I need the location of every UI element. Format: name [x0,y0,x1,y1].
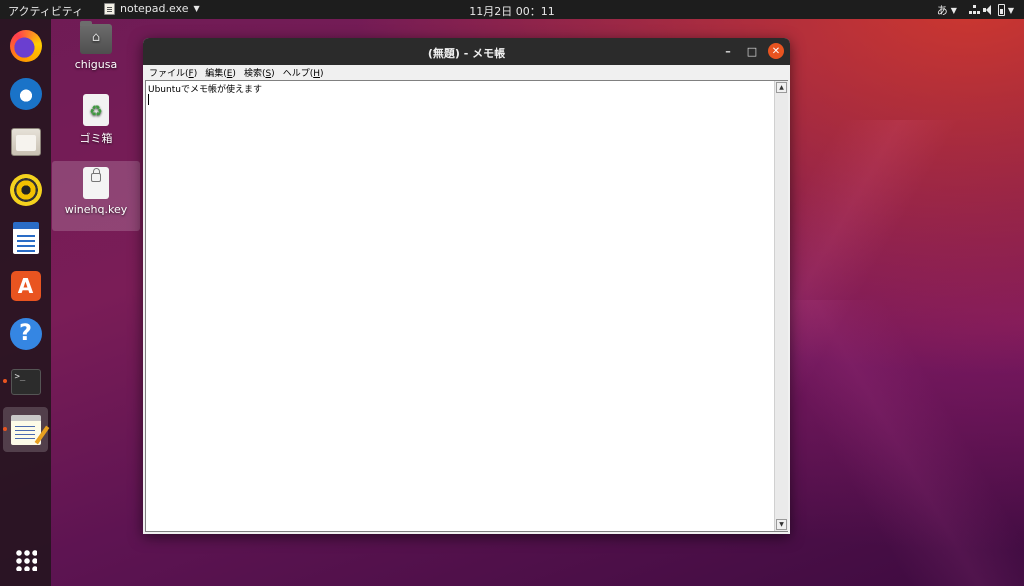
menu-help[interactable]: ヘルプ(H) [281,65,330,79]
desktop-icon-label: chigusa [74,58,118,71]
help-icon: ? [9,317,42,350]
files-icon [10,127,41,156]
terminal-icon: >_ [10,368,41,395]
notepad-icon [104,2,115,15]
scroll-up-arrow-icon[interactable]: ▲ [776,82,787,93]
rhythmbox-icon [9,173,42,206]
dock-firefox[interactable] [3,23,48,68]
window-title: (無題) - メモ帳 [427,47,506,60]
desktop-icon-label: ゴミ箱 [79,132,113,145]
maximize-button[interactable]: □ [744,43,760,59]
editor-content: Ubuntuでメモ帳が使えます [148,85,262,95]
dock-help[interactable]: ? [3,311,48,356]
scroll-down-arrow-icon[interactable]: ▼ [776,519,787,530]
input-method-menu[interactable]: あ ▼ [937,2,957,18]
caret-down-icon: ▼ [193,4,200,13]
dock: A ? >_ [0,19,51,586]
desktop-icon-label: winehq.key [64,203,128,216]
system-tray[interactable]: あ ▼ ▼ [937,2,1014,18]
software-store-icon: A [10,270,41,301]
app-menu[interactable]: notepad.exe ▼ [104,2,200,15]
network-icon [968,5,980,15]
dock-rhythmbox[interactable] [3,167,48,212]
text-caret [148,94,149,105]
dock-files[interactable] [3,119,48,164]
dock-writer[interactable] [3,215,48,260]
dock-thunderbird[interactable] [3,71,48,116]
notepad-icon [10,414,41,445]
volume-icon [982,5,995,15]
text-editor-area[interactable]: Ubuntuでメモ帳が使えます ▲ ▼ [145,80,788,532]
top-bar: アクティビティ notepad.exe ▼ 11月2日 00：11 あ ▼ ▼ [0,0,1024,19]
pgp-key-file-icon [83,167,109,199]
home-folder-icon [80,21,112,54]
dock-terminal[interactable]: >_ [3,359,48,404]
window-titlebar[interactable]: (無題) - メモ帳 – □ ✕ [143,38,790,65]
desktop-icon-home[interactable]: chigusa [52,21,140,76]
caret-down-icon: ▼ [950,5,957,15]
vertical-scrollbar[interactable]: ▲ ▼ [774,81,788,531]
caret-down-icon: ▼ [1007,5,1014,15]
minimize-button[interactable]: – [720,43,736,59]
desktop-icon-trash[interactable]: ゴミ箱 [52,94,140,150]
input-method-label: あ [936,4,948,17]
app-menu-label: notepad.exe [120,2,189,15]
running-indicator [3,427,7,431]
dock-show-apps[interactable] [3,537,48,582]
dock-software[interactable]: A [3,263,48,308]
thunderbird-icon [9,77,42,110]
dock-notepad[interactable] [3,407,48,452]
show-apps-grid-icon [14,548,37,571]
status-menu[interactable]: ▼ [968,4,1014,16]
menu-edit[interactable]: 編集(E) [203,65,242,79]
menu-search[interactable]: 検索(S) [242,65,281,79]
menu-file[interactable]: ファイル(F) [147,65,203,79]
running-indicator [3,379,7,383]
menu-bar: ファイル(F) 編集(E) 検索(S) ヘルプ(H) [143,65,790,79]
close-button[interactable]: ✕ [768,43,784,59]
libreoffice-writer-icon [12,221,39,254]
battery-icon [997,4,1005,16]
activities-button[interactable]: アクティビティ [8,3,83,19]
notepad-window: (無題) - メモ帳 – □ ✕ ファイル(F) 編集(E) 検索(S) ヘルプ… [143,38,790,534]
trash-icon [83,94,109,126]
lock-icon [91,168,101,182]
desktop-icon-winehq-key[interactable]: winehq.key [52,161,140,231]
firefox-icon [9,29,42,62]
